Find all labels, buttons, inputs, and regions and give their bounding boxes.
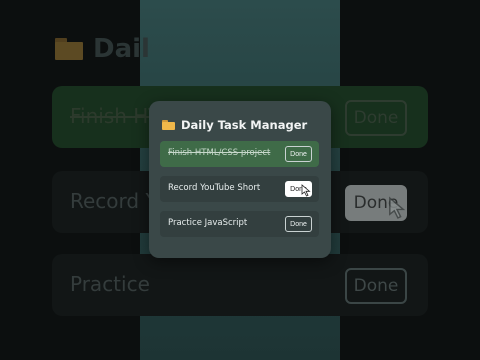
background-row: Practice Done [52, 254, 428, 316]
pointer-cursor-icon [301, 184, 311, 197]
task-label: Practice JavaScript [168, 218, 248, 228]
task-label: Finish HTML/CSS project [168, 148, 271, 158]
folder-icon [55, 38, 83, 60]
done-button[interactable]: Done [285, 146, 312, 162]
background-title: Dail [55, 34, 150, 64]
task-row: Practice JavaScript Done [160, 211, 319, 237]
app-title: Daily Task Manager [181, 118, 308, 132]
pointer-cursor-icon [389, 196, 406, 219]
folder-icon [162, 120, 175, 130]
task-row: Record YouTube Short Done [160, 176, 319, 202]
task-row: Finish HTML/CSS project Done [160, 141, 319, 167]
page-title: Daily Task Manager [162, 118, 307, 132]
task-label: Record YouTube Short [168, 183, 261, 193]
done-button[interactable]: Done [285, 216, 312, 232]
